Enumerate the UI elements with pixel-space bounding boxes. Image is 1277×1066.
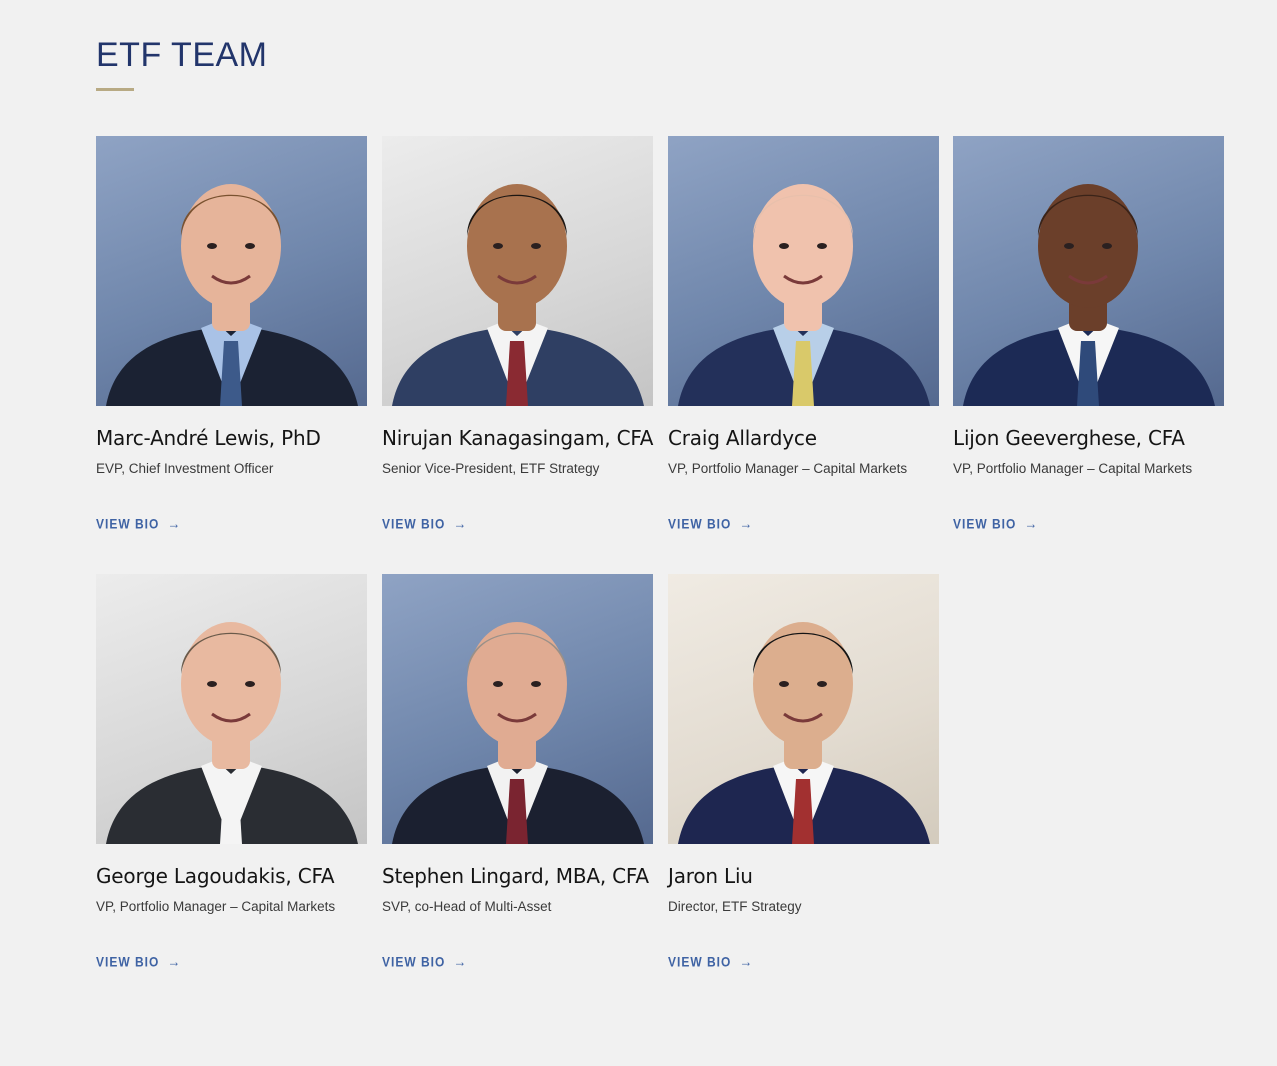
team-card: Stephen Lingard, MBA, CFA SVP, co-Head o… <box>382 574 654 970</box>
view-bio-link[interactable]: VIEW BIO → <box>96 515 181 532</box>
portrait-illustration <box>392 622 644 844</box>
view-bio-label: VIEW BIO <box>953 515 1017 532</box>
member-role: VP, Portfolio Manager – Capital Markets <box>96 899 336 914</box>
member-name: Jaron Liu <box>668 864 753 888</box>
portrait-eye <box>817 681 827 687</box>
arrow-right-icon: → <box>1024 514 1039 533</box>
portrait-illustration <box>678 622 930 844</box>
portrait-head <box>467 622 567 746</box>
portrait-eye <box>1064 243 1074 249</box>
portrait-eye <box>493 681 503 687</box>
portrait-illustration <box>963 184 1215 406</box>
portrait-eye <box>207 681 217 687</box>
portrait-illustration <box>106 184 358 406</box>
portrait-head <box>753 184 853 308</box>
portrait-illustration <box>678 184 930 406</box>
member-role: Director, ETF Strategy <box>668 899 802 914</box>
team-card: Jaron Liu Director, ETF Strategy VIEW BI… <box>668 574 940 970</box>
portrait-eye <box>207 243 217 249</box>
portrait-head <box>181 622 281 746</box>
portrait-eye <box>493 243 503 249</box>
portrait-eye <box>245 243 255 249</box>
member-name: Lijon Geeverghese, CFA <box>953 426 1185 450</box>
view-bio-link[interactable]: VIEW BIO → <box>382 953 467 970</box>
view-bio-label: VIEW BIO <box>96 953 160 970</box>
member-role: EVP, Chief Investment Officer <box>96 461 274 476</box>
arrow-right-icon: → <box>167 952 182 971</box>
team-card: Lijon Geeverghese, CFA VP, Portfolio Man… <box>953 136 1225 532</box>
member-role: Senior Vice-President, ETF Strategy <box>382 461 600 476</box>
portrait-head <box>1038 184 1138 308</box>
arrow-right-icon: → <box>739 514 754 533</box>
arrow-right-icon: → <box>453 514 468 533</box>
view-bio-link[interactable]: VIEW BIO → <box>668 953 753 970</box>
member-role: SVP, co-Head of Multi-Asset <box>382 899 552 914</box>
view-bio-link[interactable]: VIEW BIO → <box>668 515 753 532</box>
title-underline <box>96 88 134 91</box>
member-name: Craig Allardyce <box>668 426 817 450</box>
portrait-head <box>181 184 281 308</box>
portrait-eye <box>531 681 541 687</box>
view-bio-label: VIEW BIO <box>382 953 446 970</box>
portrait-photo <box>668 574 939 844</box>
portrait-illustration <box>106 622 358 844</box>
arrow-right-icon: → <box>167 514 182 533</box>
arrow-right-icon: → <box>739 952 754 971</box>
arrow-right-icon: → <box>453 952 468 971</box>
member-name: Nirujan Kanagasingam, CFA <box>382 426 654 450</box>
portrait-photo <box>96 574 367 844</box>
team-card: Craig Allardyce VP, Portfolio Manager – … <box>668 136 940 532</box>
portrait-photo <box>382 136 653 406</box>
section-title: ETF TEAM <box>96 36 268 74</box>
portrait-eye <box>531 243 541 249</box>
view-bio-link[interactable]: VIEW BIO → <box>96 953 181 970</box>
member-name: Stephen Lingard, MBA, CFA <box>382 864 649 888</box>
portrait-illustration <box>392 184 644 406</box>
member-name: George Lagoudakis, CFA <box>96 864 335 888</box>
portrait-eye <box>779 243 789 249</box>
view-bio-label: VIEW BIO <box>668 953 732 970</box>
team-card: Nirujan Kanagasingam, CFA Senior Vice-Pr… <box>382 136 654 532</box>
portrait-eye <box>245 681 255 687</box>
team-page: ETF TEAM Marc-André Lewis, PhD EVP, Chie… <box>0 0 1277 1066</box>
portrait-head <box>467 184 567 308</box>
portrait-eye <box>1102 243 1112 249</box>
portrait-head <box>753 622 853 746</box>
team-card: George Lagoudakis, CFA VP, Portfolio Man… <box>96 574 368 970</box>
view-bio-label: VIEW BIO <box>668 515 732 532</box>
view-bio-label: VIEW BIO <box>96 515 160 532</box>
view-bio-label: VIEW BIO <box>382 515 446 532</box>
portrait-photo <box>382 574 653 844</box>
member-role: VP, Portfolio Manager – Capital Markets <box>953 461 1193 476</box>
view-bio-link[interactable]: VIEW BIO → <box>953 515 1038 532</box>
team-card: Marc-André Lewis, PhD EVP, Chief Investm… <box>96 136 368 532</box>
member-role: VP, Portfolio Manager – Capital Markets <box>668 461 908 476</box>
view-bio-link[interactable]: VIEW BIO → <box>382 515 467 532</box>
portrait-eye <box>817 243 827 249</box>
portrait-eye <box>779 681 789 687</box>
portrait-photo <box>953 136 1224 406</box>
portrait-photo <box>668 136 939 406</box>
member-name: Marc-André Lewis, PhD <box>96 426 321 450</box>
portrait-photo <box>96 136 367 406</box>
